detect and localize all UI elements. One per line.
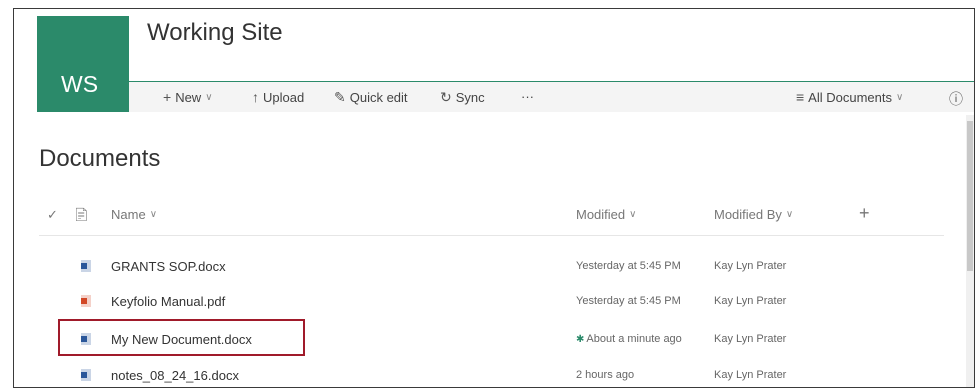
sharepoint-window: WS Working Site + New ∨ ↑ Upload ✎ Quick… — [13, 8, 975, 388]
quick-edit-label: Quick edit — [349, 90, 408, 105]
new-item-icon: ✱ — [576, 334, 585, 345]
site-title[interactable]: Working Site — [147, 19, 283, 47]
select-all-checkbox[interactable]: ✓ — [47, 207, 58, 223]
sync-button[interactable]: ↻ Sync — [440, 89, 485, 106]
highlight-box — [58, 319, 305, 356]
name-column-label: Name — [111, 207, 146, 222]
modified-text: 2 hours ago — [576, 369, 635, 381]
add-column-button[interactable]: + — [859, 203, 870, 224]
modified-text: About a minute ago — [586, 333, 682, 345]
command-bar: + New ∨ ↑ Upload ✎ Quick edit ↻ Sync ···… — [129, 82, 974, 112]
sync-label: Sync — [455, 90, 485, 105]
modified-column-label: Modified — [576, 207, 626, 222]
modified-text: Yesterday at 5:45 PM — [576, 295, 681, 307]
site-logo[interactable]: WS — [37, 16, 129, 112]
document-icon: 📄︎ — [73, 207, 90, 222]
chevron-down-icon: ∨ — [149, 209, 158, 220]
chevron-down-icon: ∨ — [785, 209, 794, 220]
site-logo-text: WS — [61, 71, 99, 97]
pencil-icon: ✎ — [334, 89, 346, 105]
name-column-header[interactable]: Name ∨ — [111, 207, 157, 222]
modified-by-link[interactable]: Kay Lyn Prater — [714, 295, 786, 307]
file-name-link[interactable]: Keyfolio Manual.pdf — [111, 294, 225, 309]
file-name-link[interactable]: GRANTS SOP.docx — [111, 259, 226, 274]
table-row[interactable]: notes_08_24_16.docx 2 hours ago Kay Lyn Pr… — [39, 359, 944, 387]
modified-text: Yesterday at 5:45 PM — [576, 260, 681, 272]
file-name-link[interactable]: notes_08_24_16.docx — [111, 368, 239, 383]
new-label: New — [175, 89, 202, 105]
quick-edit-button[interactable]: ✎ Quick edit — [334, 89, 408, 106]
view-selector[interactable]: ≡ All Documents ∨ — [796, 89, 903, 105]
word-file-icon — [81, 369, 91, 381]
chevron-down-icon: ∨ — [629, 209, 637, 220]
view-label: All Documents — [808, 89, 892, 105]
upload-button[interactable]: ↑ Upload — [252, 89, 304, 105]
modified-value: Yesterday at 5:45 PM — [576, 295, 681, 307]
file-type-column-header[interactable]: 📄︎ — [73, 207, 90, 223]
modified-value: ✱ About a minute ago — [576, 333, 682, 345]
list-view-icon: ≡ — [796, 89, 805, 105]
modified-by-column-label: Modified By — [714, 207, 782, 222]
modified-by-link[interactable]: Kay Lyn Prater — [714, 260, 786, 272]
modified-by-column-header[interactable]: Modified By ∨ — [714, 207, 793, 222]
pdf-file-icon — [81, 295, 91, 307]
info-button[interactable]: ⓘ — [949, 89, 963, 109]
upload-label: Upload — [263, 89, 305, 105]
upload-icon: ↑ — [252, 89, 259, 105]
plus-icon: + — [163, 89, 172, 105]
plus-icon: + — [859, 203, 870, 223]
modified-column-header[interactable]: Modified ∨ — [576, 207, 636, 222]
modified-by-link[interactable]: Kay Lyn Prater — [714, 369, 786, 381]
chevron-down-icon: ∨ — [205, 91, 213, 103]
table-row[interactable]: GRANTS SOP.docx Yesterday at 5:45 PM Kay L… — [39, 250, 944, 284]
chevron-down-icon: ∨ — [895, 91, 904, 103]
word-file-icon — [81, 260, 91, 272]
new-button[interactable]: + New ∨ — [163, 89, 213, 105]
checkmark-icon: ✓ — [47, 207, 58, 222]
header-divider — [39, 235, 944, 236]
info-icon: ⓘ — [949, 91, 963, 107]
modified-value: Yesterday at 5:45 PM — [576, 260, 681, 272]
more-button[interactable]: ··· — [521, 89, 534, 104]
sync-icon: ↻ — [440, 89, 452, 105]
more-label: ··· — [521, 89, 534, 104]
page-title: Documents — [39, 145, 161, 172]
scrollbar-thumb[interactable] — [967, 121, 973, 271]
table-row[interactable]: Keyfolio Manual.pdf Yesterday at 5:45 PM K… — [39, 285, 944, 319]
modified-by-link[interactable]: Kay Lyn Prater — [714, 333, 786, 345]
modified-value: 2 hours ago — [576, 369, 634, 381]
vertical-scrollbar[interactable] — [966, 115, 974, 387]
